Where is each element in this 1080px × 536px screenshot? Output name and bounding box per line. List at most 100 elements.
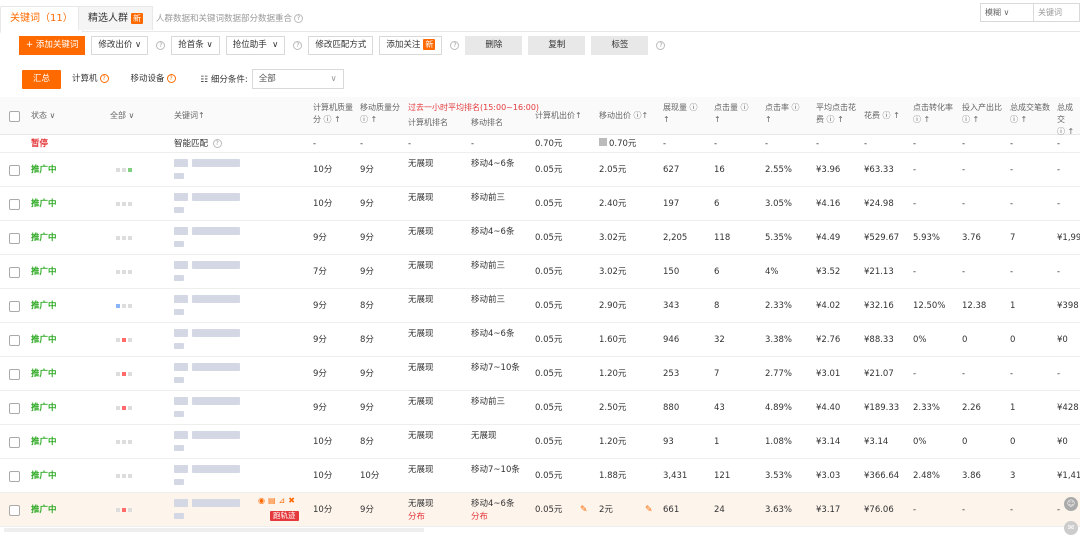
row-checkbox[interactable] xyxy=(9,471,20,482)
pc-bid[interactable]: 0.05元 xyxy=(535,504,562,516)
row-checkbox[interactable] xyxy=(9,165,20,176)
keyword-redacted[interactable] xyxy=(174,259,254,285)
table-row[interactable]: 推广中 9分 9分 无展现 移动前三 0.05元 2.50元 880 43 4.89% ¥4.40 ¥… xyxy=(0,391,1080,425)
add-keyword-button[interactable]: + 添加关键词 xyxy=(19,36,86,55)
table-row[interactable]: 推广中 9分 9分 无展现 移动7~10条 0.05元 1.20元 253 7 2.77% ¥3.0… xyxy=(0,357,1080,391)
col-keyword[interactable]: 关键词↑ xyxy=(174,110,205,122)
row-checkbox[interactable] xyxy=(9,335,20,346)
copy-button[interactable]: 复制 xyxy=(528,36,586,55)
mob-bid[interactable]: 0.70元 xyxy=(599,138,636,150)
rank-assist-button[interactable]: 抢位助手 ∨ xyxy=(225,36,286,55)
keyword-redacted[interactable] xyxy=(174,191,254,217)
mob-bid[interactable]: 2.05元 xyxy=(599,164,626,176)
keyword-redacted[interactable] xyxy=(174,361,254,387)
col-gmv[interactable]: 总成交 ⓘ ↑ xyxy=(1057,102,1080,138)
help-icon[interactable]: ? xyxy=(212,139,222,148)
mob-bid[interactable]: 1.20元 xyxy=(599,436,626,448)
col-cvr[interactable]: 点击转化率 ⓘ ↑ xyxy=(913,102,953,126)
segment-summary[interactable]: 汇总 xyxy=(22,69,62,89)
pc-bid[interactable]: 0.05元 xyxy=(535,402,562,414)
row-checkbox[interactable] xyxy=(9,437,20,448)
tag-button[interactable]: 标签 xyxy=(591,36,649,55)
mob-bid[interactable]: 2.50元 xyxy=(599,402,626,414)
table-row[interactable]: 推广中 10分 10分 无展现 移动7~10条 0.05元 1.88元 3,431 121 3.5… xyxy=(0,459,1080,493)
search-input[interactable]: 关键词 xyxy=(1034,3,1080,22)
table-row[interactable]: 推广中 10分 9分 无展现 移动前三 0.05元 2.40元 197 6 3.05% ¥4.16 ¥… xyxy=(0,187,1080,221)
col-status[interactable]: 状态 ∨ xyxy=(31,110,55,122)
col-roi[interactable]: 投入产出比 ⓘ ↑ xyxy=(962,102,1002,126)
row-checkbox[interactable] xyxy=(9,369,20,380)
match-mode-select[interactable]: 模糊 ∨ xyxy=(980,3,1034,22)
select-all-checkbox[interactable] xyxy=(9,111,20,122)
distribution-link[interactable]: 分布 xyxy=(408,511,425,523)
copy-icon[interactable]: ▤ xyxy=(268,496,276,505)
help-icon[interactable]: ? xyxy=(166,73,176,83)
tab-crowd[interactable]: 精选人群新 xyxy=(78,6,153,30)
help-icon[interactable]: ? xyxy=(656,41,666,50)
row-checkbox[interactable] xyxy=(9,505,20,516)
mob-bid[interactable]: 3.02元 xyxy=(599,232,626,244)
row-checkbox[interactable] xyxy=(9,199,20,210)
col-cpc[interactable]: 平均点击花费 ⓘ ↑ xyxy=(816,102,856,126)
mob-bid[interactable]: 2.90元 xyxy=(599,300,626,312)
delete-icon[interactable]: ✖ xyxy=(288,496,295,505)
help-icon[interactable]: ? xyxy=(294,14,304,23)
pc-bid[interactable]: 0.05元 xyxy=(535,334,562,346)
pc-bid[interactable]: 0.05元 xyxy=(535,198,562,210)
row-checkbox[interactable] xyxy=(9,233,20,244)
feedback-icon[interactable]: ✉ xyxy=(1064,521,1078,535)
col-clicks[interactable]: 点击量 ⓘ ↑ xyxy=(714,102,749,126)
pc-bid[interactable]: 0.05元 xyxy=(535,164,562,176)
col-orders[interactable]: 总成交笔数 ⓘ ↑ xyxy=(1010,102,1050,126)
keyword-redacted[interactable] xyxy=(174,497,254,523)
col-mob-bid[interactable]: 移动出价 ⓘ↑ xyxy=(599,110,648,122)
pc-bid[interactable]: 0.05元 xyxy=(535,470,562,482)
mob-bid[interactable]: 3.02元 xyxy=(599,266,626,278)
mob-bid[interactable]: 1.20元 xyxy=(599,368,626,380)
col-ctr[interactable]: 点击率 ⓘ ↑ xyxy=(765,102,800,126)
keyword-redacted[interactable] xyxy=(174,157,254,183)
mob-bid[interactable]: 2.40元 xyxy=(599,198,626,210)
table-row[interactable]: 推广中 7分 9分 无展现 移动前三 0.05元 3.02元 150 6 4% ¥3.52 ¥21.1… xyxy=(0,255,1080,289)
pc-bid[interactable]: 0.05元 xyxy=(535,436,562,448)
keyword-redacted[interactable] xyxy=(174,293,254,319)
mob-bid[interactable]: 1.60元 xyxy=(599,334,626,346)
edit-bid-button[interactable]: 修改出价 ∨ xyxy=(91,36,149,55)
pc-bid[interactable]: 0.05元 xyxy=(535,266,562,278)
keyword-redacted[interactable] xyxy=(174,429,254,455)
customer-service-icon[interactable]: ☺ xyxy=(1064,497,1078,511)
keyword-redacted[interactable] xyxy=(174,463,254,489)
col-mob-quality[interactable]: 移动质量分 ⓘ ↑ xyxy=(360,102,400,126)
segment-mobile[interactable]: 移动设备? xyxy=(120,70,187,89)
col-pc-quality[interactable]: 计算机质量分 ⓘ ↑ xyxy=(313,102,353,126)
tab-keywords[interactable]: 关键词（11） xyxy=(0,6,83,33)
grab-first-button[interactable]: 抢首条 ∨ xyxy=(171,36,220,55)
chart-icon[interactable]: ⊿ xyxy=(279,496,286,505)
pc-bid[interactable]: 0.70元 xyxy=(535,138,562,150)
add-follow-button[interactable]: 添加关注新 xyxy=(379,36,443,55)
settings-icon[interactable]: ◉ xyxy=(258,496,265,505)
pc-bid[interactable]: 0.05元 xyxy=(535,300,562,312)
help-icon[interactable]: ? xyxy=(156,41,166,50)
table-row[interactable]: 推广中 9分 8分 无展现 移动4~6条 0.05元 1.60元 946 32 3.38% ¥2.7… xyxy=(0,323,1080,357)
mob-bid[interactable]: 1.88元 xyxy=(599,470,626,482)
track-tag[interactable]: 跑轨迹 xyxy=(270,511,299,521)
help-icon[interactable]: ? xyxy=(99,73,109,83)
table-row[interactable]: 推广中 9分 8分 无展现 移动前三 0.05元 2.90元 343 8 2.33% ¥4.02 ¥3… xyxy=(0,289,1080,323)
row-checkbox[interactable] xyxy=(9,301,20,312)
table-row[interactable]: 推广中 10分 9分 无展现 移动4~6条 0.05元 2.05元 627 16 2.55% ¥3.… xyxy=(0,153,1080,187)
col-all[interactable]: 全部 ∨ xyxy=(110,110,134,122)
table-row[interactable]: 推广中 10分 9分 无展现 移动4~6条 0.05元 2元 661 24 3.63% ¥3.17 ¥… xyxy=(0,493,1080,527)
pc-bid[interactable]: 0.05元 xyxy=(535,368,562,380)
edit-mob-bid-icon[interactable]: ✎ xyxy=(645,504,653,516)
row-checkbox[interactable] xyxy=(9,267,20,278)
row-checkbox[interactable] xyxy=(9,403,20,414)
segment-computer[interactable]: 计算机? xyxy=(61,70,120,89)
mob-bid[interactable]: 2元 xyxy=(599,504,613,516)
delete-button[interactable]: 删除 xyxy=(465,36,523,55)
edit-match-button[interactable]: 修改匹配方式 xyxy=(308,36,374,55)
col-impressions[interactable]: 展现量 ⓘ ↑ xyxy=(663,102,698,126)
detail-filter-select[interactable]: 全部 ∨ xyxy=(251,69,344,89)
keyword-redacted[interactable] xyxy=(174,395,254,421)
table-row[interactable]: 推广中 9分 9分 无展现 移动4~6条 0.05元 3.02元 2,205 118 5.35% ¥… xyxy=(0,221,1080,255)
